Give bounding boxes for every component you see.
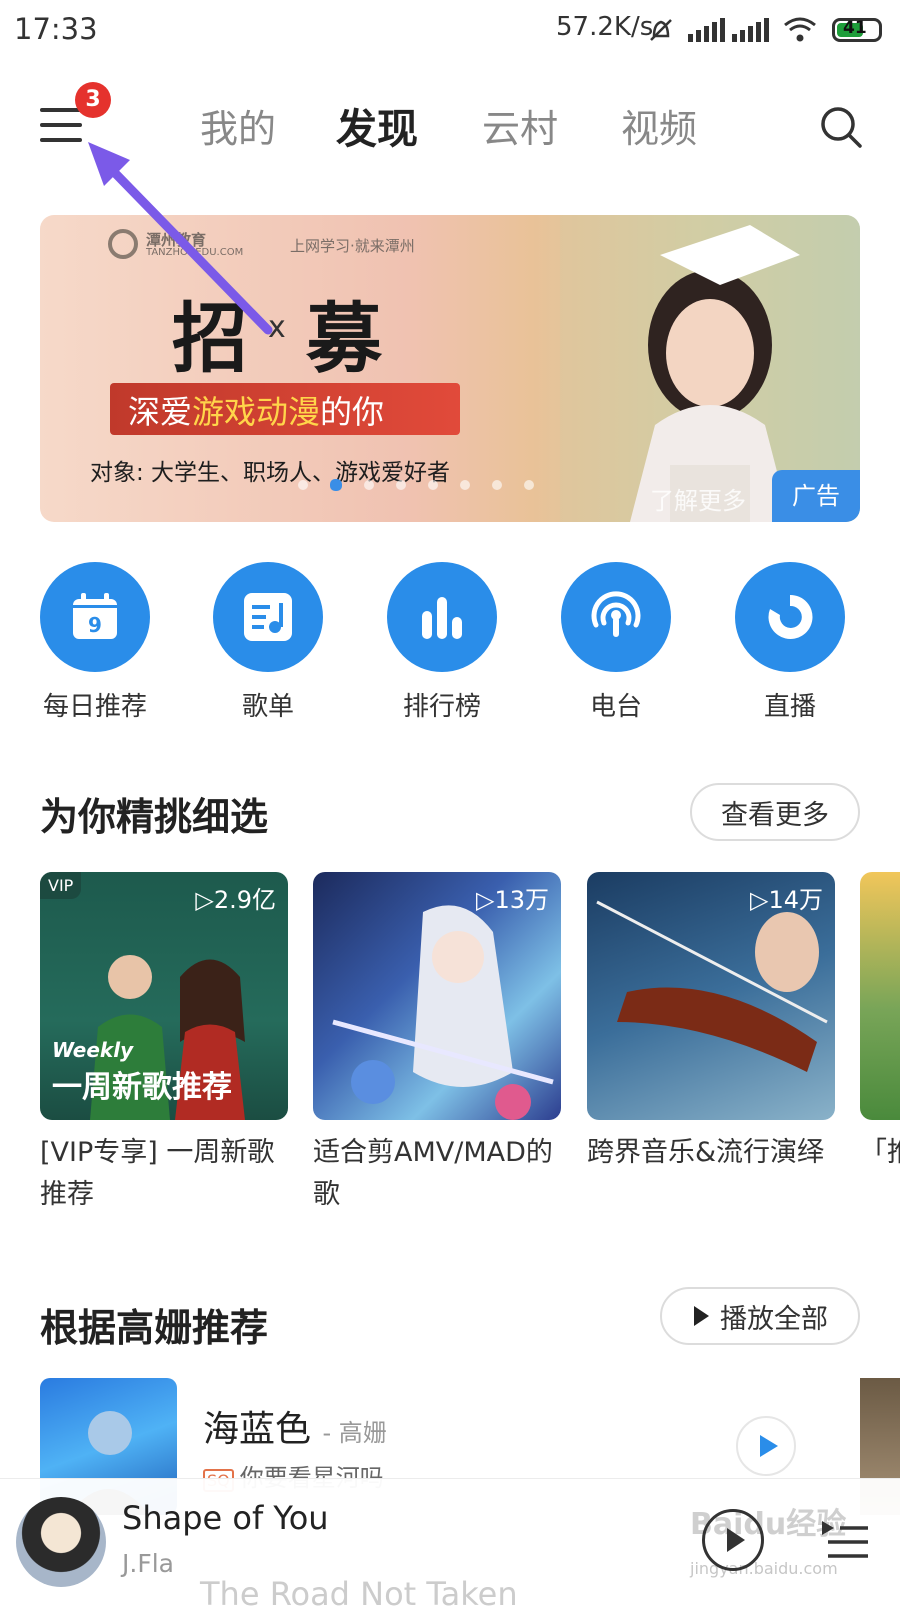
shortcut-label: 排行榜 [402, 692, 481, 722]
banner-learn-more[interactable]: 了解更多 [650, 481, 746, 516]
ad-label: 广告 [772, 470, 860, 522]
song-title[interactable]: 海蓝色 - 高姗 [203, 1400, 387, 1452]
menu-button[interactable] [40, 108, 84, 144]
status-bar: 17:33 57.2K/s 41 [0, 0, 900, 62]
banner-headline-right: 募 [306, 294, 382, 383]
tab-discover[interactable]: 发现 [336, 95, 418, 155]
menu-badge: 3 [75, 82, 111, 118]
player-play-button[interactable] [702, 1509, 764, 1571]
network-speed: 57.2K/s [556, 12, 654, 42]
next-song-behind: The Road Not Taken [200, 1575, 518, 1613]
play-all-button[interactable]: 播放全部 [660, 1287, 860, 1345]
playlist-icon [244, 593, 292, 641]
podcast-icon [591, 591, 641, 637]
play-icon [760, 1435, 778, 1457]
banner-ad[interactable]: 潭州教育 TANZHOUEDU.COM 上网学习·就来潭州 招 x 募 深爱游戏… [40, 215, 860, 522]
chart-bars-icon [422, 597, 462, 639]
song-play-button[interactable] [736, 1416, 796, 1476]
live-icon [768, 594, 813, 639]
search-icon[interactable] [818, 104, 864, 150]
cover-tag: Weekly [52, 1038, 134, 1062]
playlist-title: 跨界音乐&流行演绎 [587, 1137, 825, 1168]
playlist-queue-icon[interactable] [820, 1515, 870, 1565]
section-title-picks: 为你精挑细选 [40, 795, 269, 839]
now-playing-title: Shape of You [122, 1499, 329, 1537]
mute-icon [650, 19, 672, 41]
vip-tag: VIP [40, 872, 82, 899]
playlist-card[interactable]: ▷14万 跨界音乐&流行演绎 [587, 872, 835, 1174]
now-playing-artist: J.Fla [122, 1549, 174, 1578]
banner-logo-icon [108, 229, 138, 259]
play-all-label: 播放全部 [720, 1303, 828, 1335]
see-more-button[interactable]: 查看更多 [690, 783, 860, 841]
playlist-title: 适合剪AMV/MAD的歌 [313, 1137, 553, 1210]
tab-mine[interactable]: 我的 [200, 98, 276, 153]
shortcut-live[interactable]: 直播 [735, 562, 845, 723]
playlist-title: 「推你3 [860, 1137, 900, 1168]
shortcut-label: 直播 [763, 692, 816, 722]
section-title-recommend: 根据高姗推荐 [40, 1306, 269, 1350]
banner-slogan: 上网学习·就来潭州 [290, 237, 415, 255]
shortcut-daily[interactable]: 9 每日推荐 [40, 562, 150, 723]
signal-icon [688, 18, 725, 42]
mini-player[interactable]: The Road Not Taken Shape of You J.Fla Ba… [0, 1478, 900, 1613]
svg-text:9: 9 [88, 613, 102, 637]
wifi-icon [784, 17, 816, 42]
shortcut-radio[interactable]: 电台 [561, 562, 671, 723]
tab-cloud-village[interactable]: 云村 [482, 98, 558, 153]
play-count: ▷2.9亿 [195, 886, 276, 914]
playlist-title: [VIP专享] 一周新歌推荐 [40, 1137, 275, 1210]
top-nav: 3 我的 发现 云村 视频 [0, 62, 900, 192]
banner-logo-url: TANZHOUEDU.COM [146, 247, 244, 258]
shortcut-label: 歌单 [241, 692, 294, 722]
battery-icon: 41 [832, 18, 882, 42]
banner-headline-x: x [268, 310, 286, 345]
playlist-card[interactable]: VIP ▷2.9亿 Weekly 一周新歌推荐 [VIP专享] 一周新歌推荐 [40, 872, 288, 1216]
song-artist: - 高姗 [322, 1419, 387, 1447]
cover-caption: 一周新歌推荐 [52, 1070, 232, 1105]
tab-video[interactable]: 视频 [621, 98, 697, 153]
shortcut-charts[interactable]: 排行榜 [387, 562, 497, 723]
playlist-card-partial[interactable]: 「推你3 [860, 872, 900, 1174]
play-icon [694, 1306, 709, 1326]
shortcut-label: 电台 [589, 692, 642, 722]
shortcut-playlist[interactable]: 歌单 [213, 562, 323, 723]
play-count: ▷13万 [476, 886, 549, 914]
battery-level: 41 [843, 18, 867, 38]
calendar-icon: 9 [73, 593, 117, 639]
playlist-card[interactable]: ▷13万 适合剪AMV/MAD的歌 [313, 872, 561, 1216]
signal-icon-2 [732, 18, 769, 42]
now-playing-cover[interactable] [16, 1497, 106, 1587]
banner-strip-text: 深爱游戏动漫的你 [128, 393, 385, 431]
play-icon [727, 1528, 745, 1552]
banner-pager [298, 479, 534, 491]
banner-headline-left: 招 [172, 294, 248, 383]
shortcut-label: 每日推荐 [42, 692, 147, 722]
play-count: ▷14万 [750, 886, 823, 914]
status-time: 17:33 [14, 12, 98, 46]
